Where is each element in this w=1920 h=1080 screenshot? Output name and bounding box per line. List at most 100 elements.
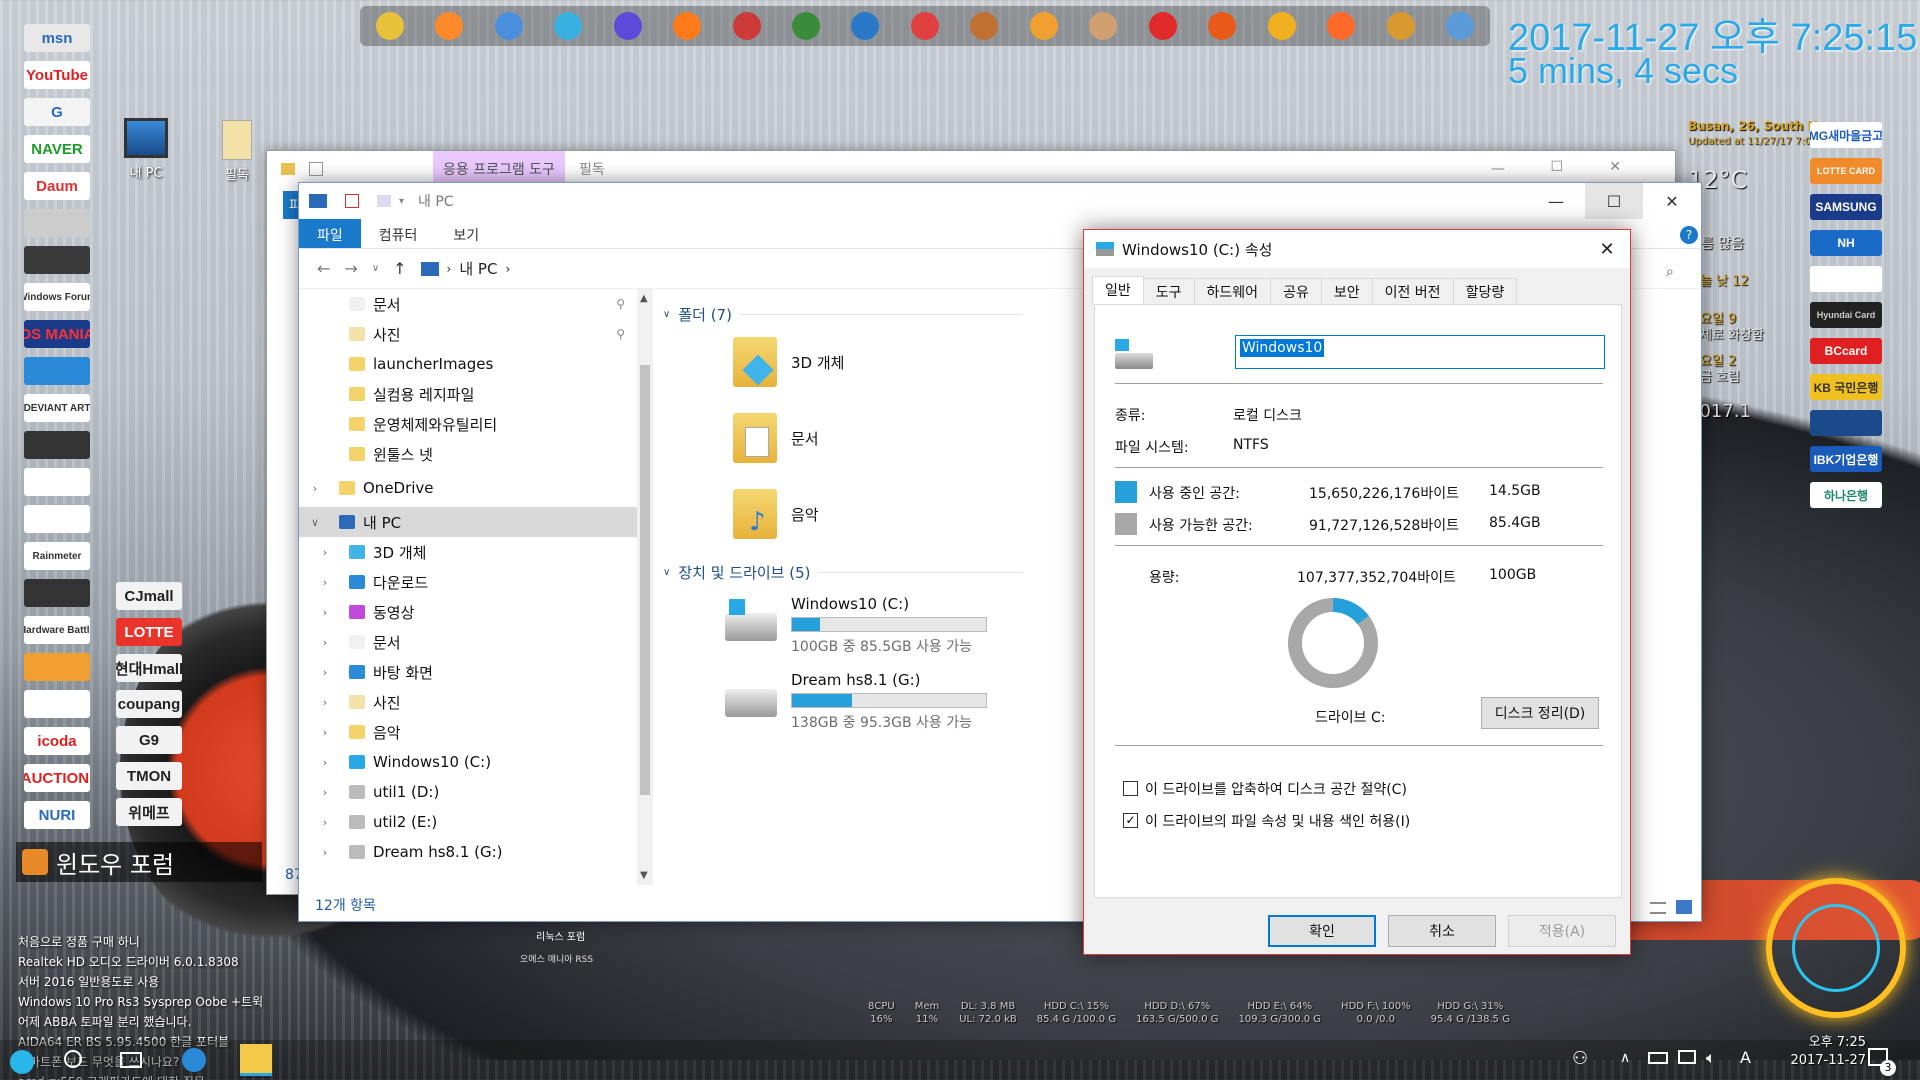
details-view-icon[interactable] [1650,902,1666,914]
qat-dropdown-icon[interactable]: ▾ [399,196,404,207]
launcher-icon[interactable] [1208,12,1237,40]
address-bar[interactable]: › 내 PC › [420,258,510,279]
desktop-shortcut[interactable]: 위메프 [116,798,182,826]
bank-link[interactable]: BCcard [1810,338,1882,364]
desktop-shortcut[interactable]: OS MANIA [24,320,90,348]
desktop-shortcut[interactable]: coupang [116,690,182,718]
desktop-shortcut[interactable] [24,653,90,681]
expand-chevron-icon[interactable]: › [309,482,321,495]
drive-name-input[interactable]: Windows10 [1235,335,1605,369]
windows-forum-banner[interactable]: 윈도우 포럼 [16,842,262,882]
ribbon-tab-file[interactable]: 파일 [299,219,361,248]
expand-chevron-icon[interactable]: › [319,546,331,559]
maximize-button[interactable]: ☐ [1550,159,1563,175]
index-label[interactable]: 이 드라이브의 파일 속성 및 내용 색인 허용(I) [1145,811,1410,831]
dialog-tab[interactable]: 도구 [1142,278,1195,304]
desktop-shortcut[interactable] [24,690,90,718]
dialog-tab[interactable]: 하드웨어 [1193,278,1272,304]
tray-clock[interactable]: 오후 7:25 2017-11-27 [1790,1034,1866,1070]
close-button[interactable]: ✕ [1643,183,1701,219]
expand-chevron-icon[interactable]: › [319,666,331,679]
edge-icon[interactable] [182,1048,206,1072]
desktop-shortcut[interactable]: Rainmeter [24,542,90,570]
launcher-icon[interactable] [792,12,821,40]
nav-item[interactable]: › 사진 [299,687,637,717]
properties-icon[interactable] [345,194,359,208]
desktop-shortcut[interactable] [24,579,90,607]
launcher-icon[interactable] [910,12,939,40]
folder-3d-objects[interactable]: 3D 개체 [733,337,844,387]
apply-button[interactable]: 적용(A) [1508,915,1616,947]
pin-icon[interactable]: ⚲ [616,327,625,341]
launcher-icon[interactable] [970,12,999,40]
desktop-shortcut[interactable]: YouTube [24,61,90,89]
battery-icon[interactable] [1648,1052,1668,1064]
desktop-shortcut[interactable]: Daum [24,172,90,200]
launcher-icon[interactable] [613,12,642,40]
dialog-tab[interactable]: 공유 [1270,278,1322,304]
desktop-shortcut[interactable]: TMON [116,762,182,790]
desktop-mypc[interactable]: 내 PC [116,118,176,181]
expand-chevron-icon[interactable]: › [319,786,331,799]
forum-post-link[interactable]: 서버 2016 일반용도로 사용 [18,972,263,992]
bank-link[interactable]: NH [1810,230,1882,256]
desktop-shortcut[interactable]: CJmall [116,582,182,610]
nav-item[interactable]: › Dream hs8.1 (G:) [299,837,637,867]
people-icon[interactable]: ⚇ [1572,1048,1588,1069]
nav-item[interactable]: › 문서 [299,627,637,657]
desktop-shortcut[interactable] [24,431,90,459]
nav-item[interactable]: › 동영상 [299,597,637,627]
expand-chevron-icon[interactable]: › [319,696,331,709]
dialog-tab[interactable]: 할당량 [1452,278,1518,304]
scroll-up-icon[interactable]: ▲ [640,293,648,304]
tray-chevron-icon[interactable]: ∧ [1620,1050,1630,1066]
nav-scrollbar[interactable]: ▲ ▼ [637,289,653,885]
desktop-shortcut[interactable]: AUCTION. [24,764,90,792]
launcher-icon[interactable] [554,12,583,40]
nav-item[interactable]: › 바탕 화면 [299,657,637,687]
breadcrumb-mypc[interactable]: 내 PC [459,258,497,279]
nav-item[interactable]: › 음악 [299,717,637,747]
desktop-shortcut[interactable] [24,468,90,496]
breadcrumb-sep-icon[interactable]: › [505,262,510,276]
expand-chevron-icon[interactable]: › [319,726,331,739]
compress-checkbox[interactable] [1123,781,1138,796]
ok-button[interactable]: 확인 [1268,915,1376,947]
bank-link[interactable]: KB 국민은행 [1810,374,1882,400]
nav-item[interactable]: ∨ 내 PC [299,507,637,537]
forum-post-link[interactable]: Windows 10 Pro Rs3 Sysprep Oobe +트윅 [18,992,263,1012]
expand-chevron-icon[interactable]: › [319,756,331,769]
back-button[interactable]: ← [317,259,330,278]
launcher-icon[interactable] [494,12,523,40]
launcher-icon[interactable] [1029,12,1058,40]
file-explorer-icon[interactable] [240,1044,272,1076]
tiles-view-icon[interactable] [1676,900,1692,914]
bank-link[interactable]: LOTTE CARD [1810,158,1882,184]
forum-post-link[interactable]: Realtek HD 오디오 드라이버 6.0.1.8308 [18,952,263,972]
minimize-button[interactable]: — [1491,161,1505,177]
folder-music[interactable]: ♪ 음악 [733,489,819,539]
disk-cleanup-button[interactable]: 디스크 정리(D) [1481,697,1599,729]
close-button[interactable]: ✕ [1584,230,1630,268]
start-icon[interactable] [10,1050,34,1074]
recent-dropdown-icon[interactable]: ∨ [372,263,379,274]
nav-item[interactable]: › util2 (E:) [299,807,637,837]
desktop-shortcut[interactable]: icoda [24,727,90,755]
drive-c[interactable]: Windows10 (C:) 100GB 중 85.5GB 사용 가능 [725,595,987,656]
nav-item[interactable]: › util1 (D:) [299,777,637,807]
bank-link[interactable]: SAMSUNG [1810,194,1882,220]
launcher-icon[interactable] [1446,12,1475,40]
compress-label[interactable]: 이 드라이브를 압축하여 디스크 공간 절약(C) [1145,779,1407,799]
nav-item[interactable]: › 다운로드 [299,567,637,597]
nav-item[interactable]: 윈툴스 넷 [299,439,637,469]
rss-strip-label[interactable]: 오에스 매니아 RSS [520,952,593,965]
desktop-shortcut[interactable]: NAVER [24,135,90,163]
bank-link[interactable]: MG새마을금고 [1810,122,1882,148]
desktop-shortcut[interactable]: 현대Hmall [116,654,182,682]
rss-strip-label[interactable]: 리눅스 포럼 [536,928,585,943]
nav-item[interactable]: 사진 ⚲ [299,319,637,349]
ribbon-tab-view[interactable]: 보기 [435,219,497,248]
desktop-shortcut[interactable]: G9 [116,726,182,754]
nav-item[interactable]: › Windows10 (C:) [299,747,637,777]
collapse-chevron-icon[interactable]: ∨ [663,309,670,320]
